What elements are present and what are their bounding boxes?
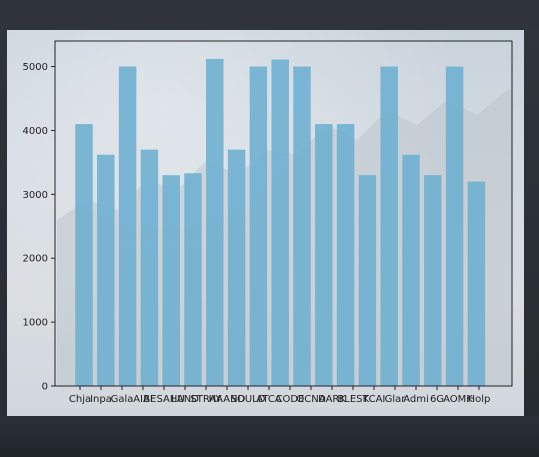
bar — [424, 175, 442, 386]
y-tick-label: 4000 — [23, 126, 48, 137]
bar — [293, 66, 311, 386]
x-tick-label: 6G — [430, 394, 444, 405]
bar — [467, 181, 486, 386]
y-tick-label: 3000 — [23, 190, 48, 201]
bar — [402, 154, 420, 386]
x-tick-label: Inpa — [90, 394, 112, 405]
y-tick-label: 5000 — [23, 62, 48, 73]
bar — [249, 66, 268, 386]
y-tick-label: 1000 — [23, 318, 48, 329]
x-axis: Chja InpaGala AIAIBESAHULANDSTRAYHAANDSOUL… — [69, 386, 491, 405]
bar — [97, 154, 115, 386]
y-axis: 0 1000 2000 3000 4000 5000 — [23, 62, 55, 393]
bar-chart: 0 1000 2000 3000 4000 5000 Chja InpaGala AIAIBE… — [23, 40, 513, 405]
desktop-background-bottom — [0, 416, 539, 457]
bar — [271, 59, 289, 386]
x-tick-label: Holp — [468, 394, 491, 405]
desktop-background-right — [524, 30, 539, 416]
bar — [336, 124, 355, 386]
x-tick-label: Admi — [403, 394, 429, 405]
bar — [445, 66, 464, 386]
bar — [315, 124, 333, 386]
bar — [184, 173, 202, 386]
bar — [118, 66, 137, 386]
bar — [227, 149, 246, 386]
bar — [380, 66, 398, 386]
chart-figure: 0 1000 2000 3000 4000 5000 Chja Inpa Gala AIAI BE… — [7, 30, 524, 416]
bar — [162, 175, 180, 386]
bar — [75, 124, 93, 386]
bar — [206, 58, 224, 386]
x-tick-label: KCAI — [363, 394, 386, 405]
bar — [140, 149, 159, 386]
bar — [358, 175, 377, 386]
x-tick-label: Chja — [69, 394, 91, 405]
y-tick-label: 0 — [42, 382, 48, 393]
y-tick-label: 2000 — [23, 254, 48, 265]
x-tick-label: Gala — [111, 394, 134, 405]
